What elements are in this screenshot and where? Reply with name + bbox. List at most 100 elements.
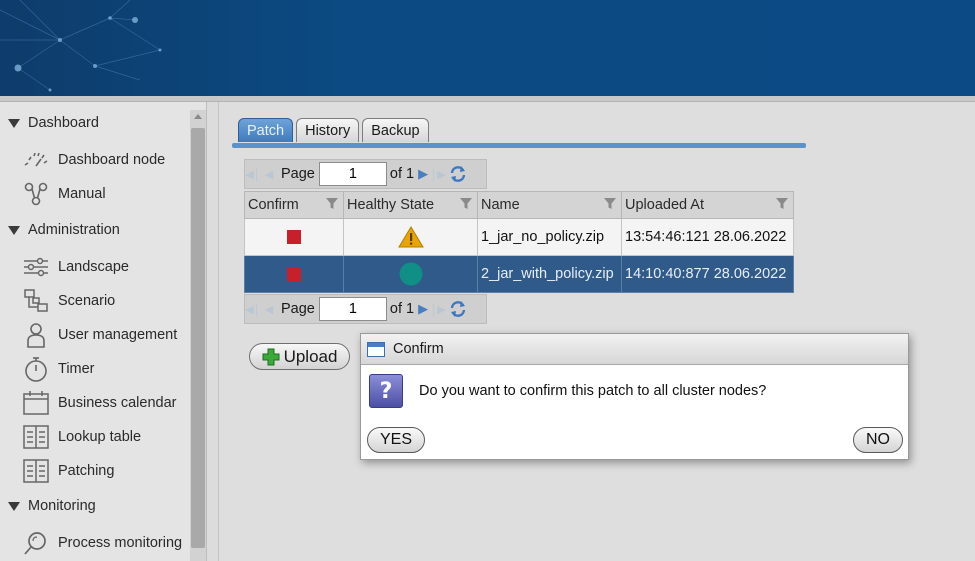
page-number-input[interactable]	[318, 162, 387, 186]
refresh-icon[interactable]	[448, 164, 468, 184]
scrollbar-thumb[interactable]	[191, 128, 205, 548]
tab-label: Backup	[371, 122, 420, 139]
upload-button[interactable]: Upload	[249, 343, 350, 370]
table-row[interactable]: 1_jar_no_policy.zip 13:54:46:121 28.06.2…	[244, 218, 794, 256]
sidebar-item-label: Process monitoring	[58, 535, 183, 551]
sidebar-item-label: Patching	[58, 463, 115, 479]
sidebar-item-process-monitoring[interactable]: Process monitoring	[22, 530, 182, 556]
table-row[interactable]: 2_jar_with_policy.zip 14:10:40:877 28.06…	[244, 255, 794, 293]
page-label: Page	[281, 301, 315, 317]
app-header	[0, 0, 975, 96]
pager-top: ◀│ ◀ Page of 1 ▶ │▶	[244, 159, 487, 189]
filter-icon[interactable]	[775, 197, 789, 211]
sidebar-item-label: Manual	[58, 186, 106, 202]
patch-icon	[22, 458, 50, 484]
flowchart-icon	[22, 288, 50, 314]
tab-patch[interactable]: Patch	[238, 118, 294, 142]
confirm-dialog: Confirm ? Do you want to confirm this pa…	[360, 333, 909, 460]
stop-icon[interactable]	[287, 230, 301, 245]
sidebar-section-label: Dashboard	[28, 115, 99, 131]
next-page-icon[interactable]: ▶	[416, 166, 430, 182]
page-count-label: of 1	[389, 301, 415, 317]
first-page-icon[interactable]: ◀│	[245, 168, 261, 181]
stopwatch-icon	[22, 356, 50, 382]
sidebar-item-scenario[interactable]: Scenario	[22, 288, 115, 314]
no-button[interactable]: NO	[853, 427, 903, 453]
sidebar-section-dashboard[interactable]: Dashboard	[8, 115, 99, 131]
question-icon: ?	[369, 374, 403, 408]
tab-backup[interactable]: Backup	[362, 118, 429, 142]
user-icon	[22, 322, 50, 348]
sidebar-scrollbar[interactable]	[190, 110, 206, 561]
upload-label: Upload	[283, 346, 338, 366]
last-page-icon[interactable]: │▶	[430, 303, 446, 316]
sidebar-item-label: Timer	[58, 361, 95, 377]
filter-icon[interactable]	[603, 197, 617, 211]
next-page-icon[interactable]: ▶	[416, 301, 430, 317]
sidebar-item-label: Business calendar	[58, 395, 177, 411]
share-nodes-icon	[22, 181, 50, 207]
sidebar-item-label: Lookup table	[58, 429, 142, 445]
sliders-icon	[22, 254, 50, 280]
stop-icon[interactable]	[287, 267, 301, 282]
sidebar-section-label: Administration	[28, 222, 120, 238]
prev-page-icon[interactable]: ◀	[261, 303, 277, 316]
page-number-input[interactable]	[318, 297, 387, 321]
column-label: Uploaded At	[625, 197, 705, 213]
calendar-icon	[22, 390, 50, 416]
patch-table: Confirm Healthy State Name Uploaded At 1…	[244, 191, 794, 293]
dialog-message: Do you want to confirm this patch to all…	[419, 383, 767, 399]
last-page-icon[interactable]: │▶	[430, 168, 446, 181]
tab-bar: Patch History Backup	[238, 118, 429, 142]
sidebar-item-patching[interactable]: Patching	[22, 458, 114, 484]
sidebar-section-monitoring[interactable]: Monitoring	[8, 498, 96, 514]
sidebar-section-administration[interactable]: Administration	[8, 222, 120, 238]
pager-bottom: ◀│ ◀ Page of 1 ▶ │▶	[244, 294, 487, 324]
sidebar-item-manual[interactable]: Manual	[22, 181, 106, 207]
tab-label: History	[305, 122, 351, 139]
sidebar-item-lookup-table[interactable]: Lookup table	[22, 424, 141, 450]
sidebar-item-label: Dashboard node	[58, 152, 166, 168]
sidebar-item-timer[interactable]: Timer	[22, 356, 95, 382]
healthy-state-cell	[343, 255, 478, 293]
uploaded-at-cell: 13:54:46:121 28.06.2022	[621, 218, 794, 256]
tab-history[interactable]: History	[296, 118, 360, 142]
caret-down-icon	[8, 118, 20, 128]
sidebar-item-label: Scenario	[58, 293, 116, 309]
window-icon	[367, 341, 385, 357]
warning-icon	[397, 226, 424, 248]
filter-icon[interactable]	[459, 197, 473, 211]
column-label: Name	[481, 197, 520, 213]
sidebar-item-landscape[interactable]: Landscape	[22, 254, 129, 280]
tab-label: Patch	[247, 122, 285, 139]
sidebar-item-label: User management	[58, 327, 178, 343]
sidebar-item-business-calendar[interactable]: Business calendar	[22, 390, 177, 416]
prev-page-icon[interactable]: ◀	[261, 168, 277, 181]
plus-icon	[262, 348, 280, 365]
filter-icon[interactable]	[325, 197, 339, 211]
sidebar-item-dashboard-node[interactable]: Dashboard node	[22, 147, 165, 173]
confirm-cell[interactable]	[244, 218, 344, 256]
first-page-icon[interactable]: ◀│	[245, 303, 261, 316]
page-label: Page	[281, 166, 315, 182]
caret-down-icon	[8, 225, 20, 235]
uploaded-at-cell: 14:10:40:877 28.06.2022	[621, 255, 794, 293]
column-header-confirm[interactable]: Confirm	[244, 191, 344, 219]
yes-button[interactable]: YES	[367, 427, 425, 453]
sidebar-item-user-management[interactable]: User management	[22, 322, 177, 348]
magnifier-icon	[22, 530, 50, 556]
confirm-cell[interactable]	[244, 255, 344, 293]
ok-icon	[399, 262, 422, 286]
page-count-label: of 1	[389, 166, 415, 182]
scroll-up-icon[interactable]	[194, 114, 202, 119]
column-header-healthy-state[interactable]: Healthy State	[343, 191, 478, 219]
sidebar-item-label: Landscape	[58, 259, 129, 275]
button-label: NO	[866, 431, 890, 448]
refresh-icon[interactable]	[448, 299, 468, 319]
dialog-titlebar[interactable]: Confirm	[361, 334, 908, 365]
column-header-name[interactable]: Name	[477, 191, 622, 219]
column-label: Confirm	[248, 197, 299, 213]
button-label: YES	[379, 431, 412, 448]
column-header-uploaded-at[interactable]: Uploaded At	[621, 191, 794, 219]
dialog-body: ? Do you want to confirm this patch to a…	[369, 374, 766, 408]
